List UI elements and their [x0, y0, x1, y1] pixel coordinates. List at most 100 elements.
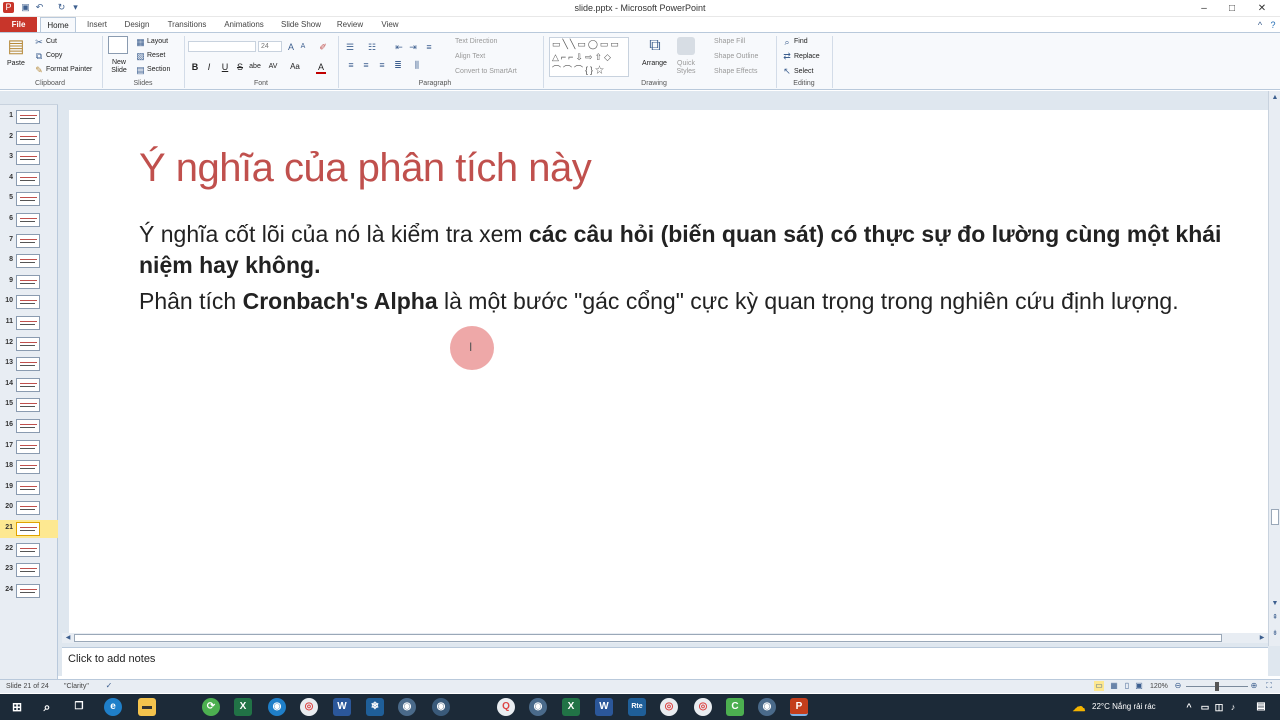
slide-thumbnail-image[interactable]	[16, 171, 40, 186]
convert-smartart-button[interactable]: Convert to SmartArt	[455, 68, 517, 75]
slide-thumbnail-image[interactable]	[16, 583, 40, 598]
numbering-icon[interactable]: ☷	[366, 42, 378, 52]
next-slide-icon[interactable]: ⇟	[1270, 629, 1280, 639]
slide-thumbnail[interactable]: 1	[0, 108, 58, 126]
slide-thumbnail[interactable]: 2	[0, 129, 58, 147]
quick-styles-icon[interactable]	[677, 37, 695, 55]
slide-thumbnail[interactable]: 6	[0, 211, 58, 229]
slide-thumbnail[interactable]: 24	[0, 582, 58, 600]
file-explorer-icon[interactable]: ▬	[138, 698, 156, 716]
increase-indent-icon[interactable]: ⇥	[408, 42, 418, 52]
slide-thumbnail-image[interactable]	[16, 192, 40, 207]
slide-thumbnail-image[interactable]	[16, 336, 40, 351]
grow-font-icon[interactable]: A	[286, 42, 296, 52]
slide-thumbnail-image[interactable]	[16, 501, 40, 516]
slide-thumbnail-image[interactable]	[16, 419, 40, 433]
find-button[interactable]: Find	[794, 38, 808, 45]
slide-paragraph-1[interactable]: Ý nghĩa cốt lõi của nó là kiểm tra xem c…	[139, 219, 1224, 281]
quick-styles-button[interactable]: Quick Styles	[674, 60, 698, 76]
app-icon-dark[interactable]: ◉	[432, 698, 450, 716]
slide-thumbnail-image[interactable]	[16, 522, 40, 536]
word-window-icon[interactable]: W	[595, 698, 613, 716]
italic-button[interactable]: I	[204, 62, 214, 72]
notifications-icon[interactable]: ▤	[1252, 698, 1270, 716]
tab-view[interactable]: View	[375, 17, 405, 32]
slide-thumbnail-image[interactable]	[16, 542, 40, 557]
copy-button[interactable]: Copy	[46, 52, 62, 59]
tab-review[interactable]: Review	[333, 17, 367, 32]
thumbnail-pane-tabs[interactable]	[0, 91, 58, 105]
scroll-down-icon[interactable]: ▼	[1270, 599, 1280, 609]
tab-transitions[interactable]: Transitions	[162, 17, 212, 32]
slide-thumbnail-image[interactable]	[16, 377, 40, 392]
slide-show-icon[interactable]: ▣	[1134, 681, 1144, 691]
shape-outline-button[interactable]: Shape Outline	[714, 53, 758, 60]
edge-icon[interactable]: e	[104, 698, 122, 716]
select-button[interactable]: Select	[794, 68, 813, 75]
slide-canvas[interactable]: Ý nghĩa của phân tích này Ý nghĩa cốt lõ…	[69, 110, 1268, 635]
slide-thumbnail[interactable]: 21	[0, 520, 58, 538]
clear-formatting-icon[interactable]: ✐	[318, 42, 328, 52]
line-spacing-icon[interactable]: ≡	[424, 42, 434, 52]
weather-icon[interactable]: ☁	[1070, 698, 1088, 716]
slide-thumbnail-image[interactable]	[16, 460, 40, 475]
app-icon-red[interactable]: Q	[497, 698, 515, 716]
normal-view-icon[interactable]: ▭	[1094, 681, 1104, 691]
format-painter-button[interactable]: Format Painter	[46, 66, 92, 73]
slide-thumbnail[interactable]: 22	[0, 541, 58, 559]
vertical-scroll-thumb[interactable]	[1271, 509, 1279, 525]
app-icon-gray[interactable]: ◉	[398, 698, 416, 716]
word-icon[interactable]: W	[333, 698, 351, 716]
slide-thumbnail-image[interactable]	[16, 316, 40, 330]
justify-icon[interactable]: ≣	[393, 60, 403, 70]
fit-to-window-icon[interactable]: ⛶	[1264, 681, 1274, 691]
slide-thumbnail-image[interactable]	[16, 130, 40, 145]
ribbon-collapse-icon[interactable]: ^	[1255, 20, 1265, 30]
notes-pane[interactable]: Click to add notes	[62, 647, 1268, 677]
slide-thumbnail[interactable]: 4	[0, 170, 58, 188]
task-view-icon[interactable]: ❐	[70, 698, 88, 716]
paste-icon[interactable]: ▤	[6, 36, 26, 56]
app-icon-blue[interactable]: ◉	[268, 698, 286, 716]
chrome-window-icon[interactable]: ◎	[660, 698, 678, 716]
slide-thumbnail[interactable]: 9	[0, 273, 58, 291]
slide-thumbnail-image[interactable]	[16, 233, 40, 248]
app-icon-snowflake[interactable]: ❄	[366, 698, 384, 716]
shrink-font-icon[interactable]: A	[298, 42, 308, 52]
new-slide-button[interactable]: New Slide	[108, 59, 130, 75]
zoom-in-icon[interactable]: ⊕	[1249, 681, 1259, 691]
help-icon[interactable]: ?	[1268, 20, 1278, 30]
minimize-button[interactable]: –	[1190, 1, 1218, 16]
slide-thumbnail[interactable]: 5	[0, 190, 58, 208]
font-name-dropdown[interactable]	[188, 41, 256, 52]
section-button[interactable]: Section	[147, 66, 170, 73]
start-icon[interactable]: ⊞	[8, 698, 26, 716]
slide-thumbnail[interactable]: 8	[0, 252, 58, 270]
slide-sorter-icon[interactable]: ▦	[1109, 681, 1119, 691]
previous-slide-icon[interactable]: ⇞	[1270, 613, 1280, 623]
slide-thumbnail[interactable]: 13	[0, 355, 58, 373]
tab-insert[interactable]: Insert	[81, 17, 113, 32]
tab-animations[interactable]: Animations	[220, 17, 268, 32]
font-color-button[interactable]: A	[316, 62, 326, 74]
app-icon-c[interactable]: C	[726, 698, 744, 716]
powerpoint-taskbar-icon[interactable]: P	[790, 698, 808, 716]
slide-thumbnail[interactable]: 3	[0, 149, 58, 167]
slide-thumbnail-image[interactable]	[16, 295, 40, 310]
tab-design[interactable]: Design	[120, 17, 154, 32]
slide-paragraph-2[interactable]: Phân tích Cronbach's Alpha là một bước "…	[139, 286, 1224, 317]
font-size-dropdown[interactable]: 24	[258, 41, 282, 52]
spell-check-icon[interactable]: ✓	[104, 681, 114, 691]
arrange-button[interactable]: Arrange	[642, 60, 667, 67]
slide-thumbnail[interactable]: 10	[0, 293, 58, 311]
underline-button[interactable]: U	[220, 62, 230, 72]
slide-thumbnail-image[interactable]	[16, 110, 40, 124]
bullets-icon[interactable]: ☰	[344, 42, 356, 52]
excel-window-icon[interactable]: X	[562, 698, 580, 716]
align-left-icon[interactable]: ≡	[346, 60, 356, 70]
slide-thumbnail[interactable]: 12	[0, 335, 58, 353]
horizontal-scroll-thumb[interactable]	[74, 634, 1222, 642]
shadow-button[interactable]: abe	[248, 62, 262, 72]
zoom-out-icon[interactable]: ⊖	[1173, 681, 1183, 691]
align-center-icon[interactable]: ≡	[361, 60, 371, 70]
